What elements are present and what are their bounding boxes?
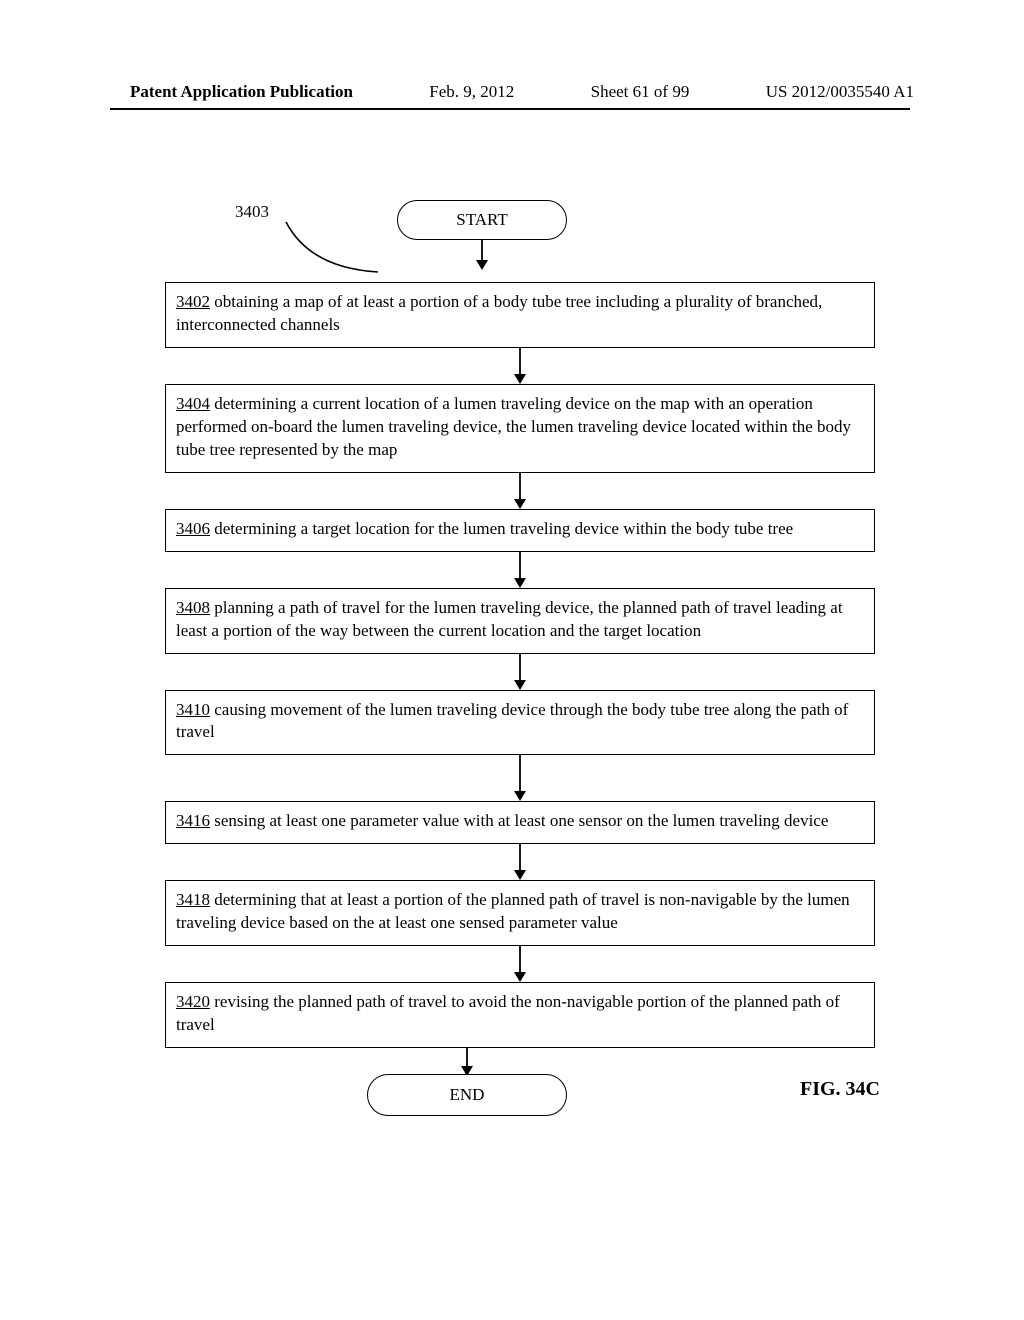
header-rule [110, 108, 910, 110]
step-text: determining a target location for the lu… [210, 519, 793, 538]
end-row: END FIG. 34C [165, 1048, 875, 1128]
step-number: 3406 [176, 519, 210, 538]
step-text: revising the planned path of travel to a… [176, 992, 840, 1034]
step-number: 3408 [176, 598, 210, 617]
connector [165, 552, 875, 588]
start-row: 3403 START [165, 200, 875, 270]
connector [165, 755, 875, 801]
step-text: causing movement of the lumen traveling … [176, 700, 848, 742]
connector [165, 844, 875, 880]
arrow-icon [512, 348, 528, 384]
flow-step: 3406 determining a target location for t… [165, 509, 875, 552]
arrow-icon [474, 240, 490, 270]
ref-number: 3403 [235, 202, 269, 222]
arrow-icon [512, 552, 528, 588]
connector [165, 348, 875, 384]
step-text: determining a current location of a lume… [176, 394, 851, 459]
step-number: 3410 [176, 700, 210, 719]
end-terminator: END [367, 1074, 567, 1116]
flow-step: 3416 sensing at least one parameter valu… [165, 801, 875, 844]
flowchart: 3403 START 3402 obtaining a map of at le… [165, 200, 875, 1128]
start-terminator: START [397, 200, 567, 240]
arrow-icon [512, 473, 528, 509]
header-publication: Patent Application Publication [130, 82, 353, 102]
flow-step: 3420 revising the planned path of travel… [165, 982, 875, 1048]
step-number: 3404 [176, 394, 210, 413]
connector [165, 473, 875, 509]
arrow-icon [512, 755, 528, 801]
step-number: 3420 [176, 992, 210, 1011]
end-label: END [450, 1085, 485, 1105]
start-label: START [456, 210, 507, 230]
step-text: planning a path of travel for the lumen … [176, 598, 843, 640]
step-text: obtaining a map of at least a portion of… [176, 292, 822, 334]
flow-step: 3404 determining a current location of a… [165, 384, 875, 473]
step-number: 3418 [176, 890, 210, 909]
figure-label: FIG. 34C [800, 1078, 880, 1101]
header-pubno: US 2012/0035540 A1 [766, 82, 914, 102]
flow-step: 3408 planning a path of travel for the l… [165, 588, 875, 654]
flow-step: 3402 obtaining a map of at least a porti… [165, 282, 875, 348]
page-header: Patent Application Publication Feb. 9, 2… [0, 82, 1024, 102]
step-text: determining that at least a portion of t… [176, 890, 850, 932]
arrow-icon [512, 844, 528, 880]
connector [165, 946, 875, 982]
arrow-icon [512, 654, 528, 690]
arrow-icon [512, 946, 528, 982]
header-date: Feb. 9, 2012 [429, 82, 514, 102]
header-sheet: Sheet 61 of 99 [591, 82, 690, 102]
ref-leader-line [280, 220, 390, 276]
flow-step: 3410 causing movement of the lumen trave… [165, 690, 875, 756]
arrow-icon [459, 1048, 475, 1076]
connector [165, 654, 875, 690]
step-number: 3402 [176, 292, 210, 311]
step-text: sensing at least one parameter value wit… [210, 811, 828, 830]
flow-step: 3418 determining that at least a portion… [165, 880, 875, 946]
step-number: 3416 [176, 811, 210, 830]
